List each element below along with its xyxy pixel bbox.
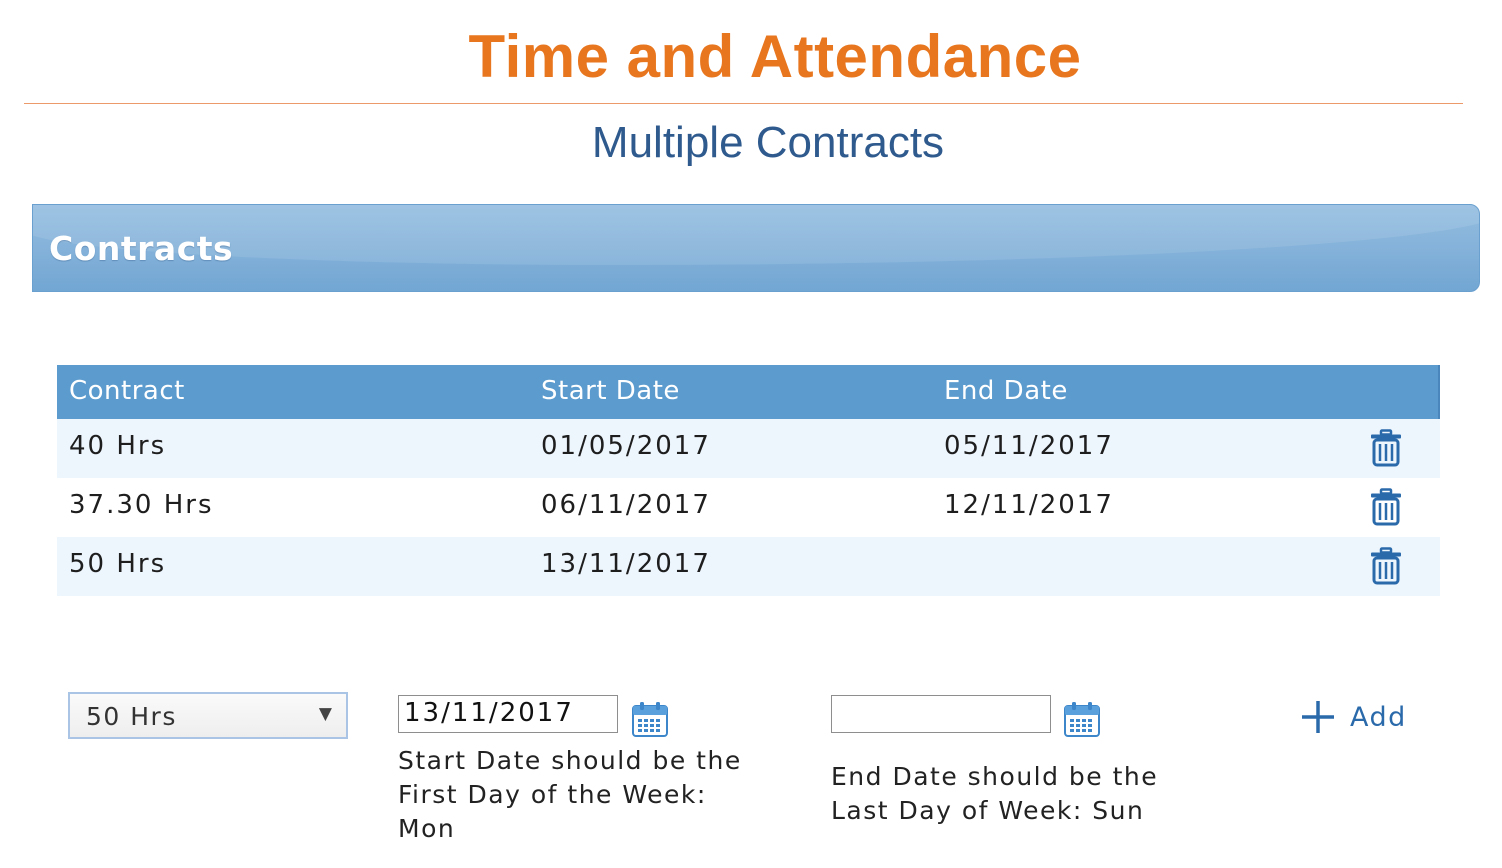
cell-end-date: 05/11/2017 xyxy=(944,431,1114,461)
start-date-hint-line: Start Date should be the xyxy=(398,746,742,775)
add-button-label: Add xyxy=(1350,701,1407,733)
contract-select[interactable]: 50 Hrs ▼ xyxy=(68,692,348,739)
chevron-down-icon: ▼ xyxy=(318,704,332,724)
title-divider xyxy=(24,103,1463,104)
trash-icon[interactable] xyxy=(1369,547,1403,585)
calendar-icon[interactable] xyxy=(631,700,669,738)
column-header-contract: Contract xyxy=(69,376,185,406)
trash-icon[interactable] xyxy=(1369,429,1403,467)
start-date-input[interactable]: 13/11/2017 xyxy=(398,695,618,733)
start-date-hint: Start Date should be the First Day of th… xyxy=(398,744,778,846)
panel-title: Contracts xyxy=(49,229,234,268)
column-header-end-date: End Date xyxy=(944,376,1068,406)
table-row: 50 Hrs 13/11/2017 xyxy=(57,537,1440,596)
contracts-table: Contract Start Date End Date 40 Hrs 01/0… xyxy=(57,365,1440,596)
trash-icon[interactable] xyxy=(1369,488,1403,526)
plus-icon xyxy=(1302,701,1334,733)
table-row: 37.30 Hrs 06/11/2017 12/11/2017 xyxy=(57,478,1440,537)
cell-contract: 37.30 Hrs xyxy=(69,490,214,520)
header-gloss xyxy=(33,205,1479,265)
add-contract-button[interactable]: Add xyxy=(1300,697,1407,737)
cell-contract: 50 Hrs xyxy=(69,549,167,579)
cell-start-date: 13/11/2017 xyxy=(541,549,711,579)
page-subtitle: Multiple Contracts xyxy=(591,118,945,167)
contract-select-value: 50 Hrs xyxy=(86,702,177,731)
cell-end-date: 12/11/2017 xyxy=(944,490,1114,520)
cell-start-date: 01/05/2017 xyxy=(541,431,711,461)
cell-start-date: 06/11/2017 xyxy=(541,490,711,520)
page-title: Time and Attendance xyxy=(468,23,1082,90)
end-date-hint-line: Last Day of Week: Sun xyxy=(831,796,1145,825)
calendar-icon[interactable] xyxy=(1063,700,1101,738)
contracts-panel-header: Contracts xyxy=(32,204,1480,292)
column-header-start-date: Start Date xyxy=(541,376,680,406)
start-date-hint-line: First Day of the Week: xyxy=(398,780,707,809)
table-row: 40 Hrs 01/05/2017 05/11/2017 xyxy=(57,419,1440,478)
end-date-input[interactable] xyxy=(831,695,1051,733)
end-date-hint-line: End Date should be the xyxy=(831,762,1159,791)
table-header-row: Contract Start Date End Date xyxy=(57,365,1440,419)
start-date-hint-line: Mon xyxy=(398,814,456,843)
cell-contract: 40 Hrs xyxy=(69,431,167,461)
end-date-hint: End Date should be the Last Day of Week:… xyxy=(831,760,1231,828)
